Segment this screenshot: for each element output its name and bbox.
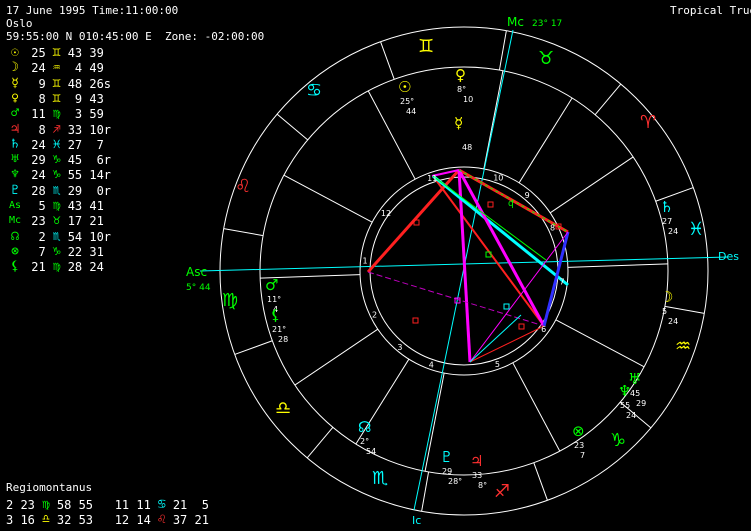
house-number: 3 (397, 343, 402, 352)
pluto-degree: 29 (442, 467, 452, 476)
gemini-icon: ♊ (418, 36, 434, 57)
pluto-icon: ♇ (440, 448, 453, 466)
sign-divider (234, 340, 273, 355)
lilith-degree: 21° (272, 325, 286, 334)
aspect-symbol (503, 303, 510, 310)
sign-divider (533, 462, 548, 501)
moon-minutes: 24 (668, 317, 678, 326)
house-cusp-line (555, 319, 645, 368)
house-cusp-line (283, 174, 373, 223)
mars-icon: ♂ (265, 276, 278, 294)
house-number: 11 (427, 174, 437, 183)
sign-divider (380, 41, 395, 80)
aspect-symbol (412, 317, 419, 324)
house-number: 7 (559, 277, 564, 286)
sign-divider (223, 228, 264, 237)
uranus-degree: 45 (630, 389, 640, 398)
uranus-minutes: 29 (636, 399, 646, 408)
house-cusp-line (483, 70, 504, 170)
fortune-minutes: 7 (580, 451, 585, 460)
capricorn-icon: ♑ (610, 430, 626, 451)
house-number: 1 (363, 257, 368, 266)
cancer-icon: ♋ (306, 80, 322, 101)
house-cusp-line (518, 97, 573, 184)
fortune-icon: ⊗ (572, 422, 585, 440)
neptune-degree: 55 (620, 401, 630, 410)
aspect-symbol (487, 201, 494, 208)
node-minutes: 54 (366, 447, 376, 456)
house-number: 10 (493, 173, 503, 182)
sign-divider (306, 426, 334, 459)
mc-position: 23° 17 (532, 19, 562, 29)
sign-divider (276, 113, 309, 141)
asc-position: 5° 44 (186, 283, 211, 293)
taurus-icon: ♉ (538, 48, 554, 69)
house-number: 8 (550, 224, 555, 233)
venus-icon: ♀ (455, 66, 466, 84)
aquarius-icon: ♒ (675, 336, 691, 357)
sun-icon: ☉ (398, 78, 411, 96)
lilith-icon: ⚸ (270, 306, 281, 324)
sign-divider (498, 30, 507, 71)
aspect-symbol (518, 323, 525, 330)
venus-minutes: 10 (463, 95, 473, 104)
virgo-icon: ♍ (222, 290, 238, 311)
house-number: 4 (429, 361, 434, 370)
sun-minutes: 44 (406, 107, 416, 116)
house-cusp-line (512, 362, 561, 452)
des-label: Des (718, 250, 739, 263)
saturn-minutes: 24 (668, 227, 678, 236)
jupiter-degree: 33 (472, 471, 482, 480)
chart-wheel[interactable]: Asc 5° 44 Des Mc 23° 17 Ic ♊ ♉ ♈ ♓ ♒ ♑ ♐… (0, 0, 751, 531)
house-number: 9 (525, 191, 530, 200)
neptune-icon: ♆ (618, 382, 631, 400)
house-cusp-line (549, 156, 634, 214)
saturn-icon: ♄ (660, 198, 673, 216)
house-number: 5 (495, 360, 500, 369)
mercury-minutes: 48 (462, 143, 472, 152)
sign-divider (594, 83, 622, 116)
sign-divider (664, 305, 705, 314)
moon-degree: 5 (662, 307, 667, 316)
sign-divider (421, 471, 430, 512)
planet-labels: ☉25°44♀8°10☿48♄2724☽524♅4529♆5524⊗237♃33… (265, 66, 678, 490)
neptune-minutes: 24 (626, 411, 636, 420)
libra-icon: ♎ (275, 398, 291, 419)
aspect-marker: q (508, 199, 514, 209)
leo-icon: ♌ (235, 176, 251, 197)
saturn-degree: 27 (662, 217, 672, 226)
sun-degree: 25° (400, 97, 414, 106)
house-number: 6 (541, 325, 546, 334)
jupiter-icon: ♃ (470, 452, 483, 470)
moon-icon: ☽ (660, 288, 673, 306)
asc-label: Asc (186, 265, 207, 279)
house-cusp-line (294, 328, 379, 386)
ic-label: Ic (412, 514, 421, 527)
mercury-icon: ☿ (454, 114, 463, 132)
sagittarius-icon: ♐ (494, 481, 510, 502)
pluto-minutes: 28° (448, 477, 462, 486)
house-number: 12 (381, 209, 391, 218)
fortune-degree: 23 (574, 441, 584, 450)
lilith-minutes: 28 (278, 335, 288, 344)
mc-label: Mc (507, 15, 524, 29)
scorpio-icon: ♏ (372, 468, 388, 489)
house-cusp-line (567, 263, 668, 268)
house-number: 2 (372, 310, 377, 319)
venus-degree: 8° (457, 85, 466, 94)
jupiter-minutes: 8° (478, 481, 487, 490)
mars-degree: 11° (267, 295, 281, 304)
node-degree: 2° (360, 437, 369, 446)
pisces-icon: ♓ (688, 219, 704, 240)
aries-icon: ♈ (640, 112, 656, 133)
node-icon: ☊ (358, 418, 371, 436)
